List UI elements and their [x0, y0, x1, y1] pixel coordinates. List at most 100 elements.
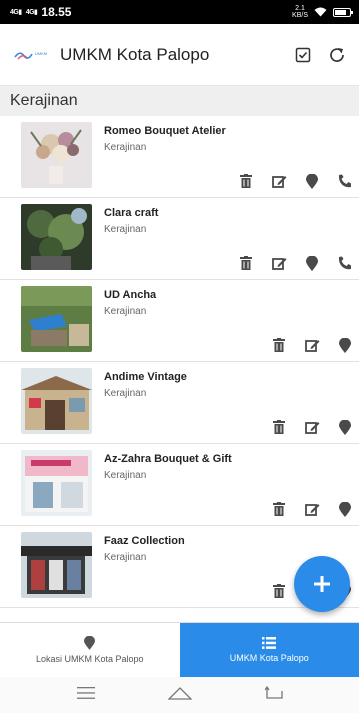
item-thumbnail	[21, 122, 92, 188]
item-thumbnail	[21, 204, 92, 270]
item-name: Clara craft	[104, 207, 159, 219]
item-thumbnail	[21, 532, 92, 598]
nav-tab-map[interactable]: Lokasi UMKM Kota Palopo	[0, 623, 180, 677]
list-item[interactable]: Andime Vintage Kerajinan	[0, 362, 359, 444]
phone-icon	[338, 256, 351, 270]
delete-button[interactable]	[238, 173, 254, 189]
list-item[interactable]: Clara craft Kerajinan	[0, 198, 359, 280]
shop-image	[21, 286, 92, 352]
edit-icon	[304, 504, 319, 516]
battery-icon	[333, 7, 353, 17]
list-item[interactable]: UD Ancha Kerajinan	[0, 280, 359, 362]
list-icon	[262, 637, 277, 649]
phone-icon	[338, 174, 351, 188]
call-button[interactable]	[337, 173, 353, 189]
trash-icon	[273, 338, 285, 352]
edit-button[interactable]	[271, 255, 287, 271]
item-category: Kerajinan	[104, 552, 147, 563]
trash-icon	[273, 584, 285, 598]
svg-text:UMKM: UMKM	[35, 51, 47, 56]
bottom-navigation: Lokasi UMKM Kota Palopo UMKM Kota Palopo	[0, 622, 359, 677]
list-item[interactable]: Romeo Bouquet Atelier Kerajinan	[0, 116, 359, 198]
edit-icon	[271, 176, 286, 188]
refresh-icon	[330, 47, 344, 62]
item-name: Andime Vintage	[104, 371, 187, 383]
edit-icon	[304, 422, 319, 434]
delete-button[interactable]	[271, 419, 287, 435]
page-title: UMKM Kota Palopo	[60, 44, 210, 64]
trash-icon	[240, 174, 252, 188]
nav-tab-label: UMKM Kota Palopo	[229, 653, 309, 663]
item-category: Kerajinan	[104, 306, 147, 317]
home-icon	[166, 686, 193, 700]
section-header: Kerajinan	[0, 86, 359, 116]
map-pin-icon	[339, 419, 351, 435]
checkbox-button[interactable]	[291, 43, 315, 67]
item-thumbnail	[21, 450, 92, 516]
map-pin-icon	[339, 501, 351, 517]
app-bar: UMKM UMKM Kota Palopo	[0, 24, 359, 86]
item-category: Kerajinan	[104, 388, 147, 399]
location-button[interactable]	[337, 337, 353, 353]
edit-button[interactable]	[304, 419, 320, 435]
edit-button[interactable]	[304, 501, 320, 517]
edit-icon	[271, 258, 286, 270]
item-category: Kerajinan	[104, 142, 147, 153]
delete-button[interactable]	[271, 337, 287, 353]
item-category: Kerajinan	[104, 224, 147, 235]
wifi-icon	[314, 7, 327, 17]
craft-image	[21, 204, 92, 270]
nav-tab-list[interactable]: UMKM Kota Palopo	[179, 623, 359, 677]
edit-button[interactable]	[304, 337, 320, 353]
map-pin-icon	[306, 255, 318, 271]
signal-icon-1: 4G▮	[10, 9, 22, 16]
map-pin-icon	[306, 173, 318, 189]
map-pin-icon	[339, 337, 351, 353]
location-button[interactable]	[337, 501, 353, 517]
collection-store-image	[21, 532, 92, 598]
call-button[interactable]	[337, 255, 353, 271]
check-square-icon	[295, 47, 311, 62]
item-thumbnail	[21, 368, 92, 434]
item-name: UD Ancha	[104, 289, 157, 301]
menu-button[interactable]	[76, 686, 95, 704]
battery-level	[335, 9, 346, 15]
delete-button[interactable]	[238, 255, 254, 271]
clock: 18.55	[41, 5, 72, 19]
gift-shop-image	[21, 450, 92, 516]
delete-button[interactable]	[271, 583, 287, 599]
back-button[interactable]	[263, 685, 283, 705]
add-umkm-button[interactable]	[294, 556, 350, 612]
system-navigation-bar	[0, 677, 359, 713]
trash-icon	[240, 256, 252, 270]
signal-icon-2: 4G▮	[25, 9, 38, 16]
item-name: Az-Zahra Bouquet & Gift	[104, 453, 232, 465]
list-item[interactable]: Az-Zahra Bouquet & Gift Kerajinan	[0, 444, 359, 526]
refresh-button[interactable]	[325, 43, 349, 67]
location-button[interactable]	[304, 173, 320, 189]
location-button[interactable]	[337, 419, 353, 435]
trash-icon	[273, 502, 285, 516]
home-button[interactable]	[166, 686, 193, 705]
umkm-list[interactable]: Romeo Bouquet Atelier Kerajinan Clara cr…	[0, 116, 359, 622]
back-icon	[263, 685, 283, 699]
item-name: Romeo Bouquet Atelier	[104, 125, 226, 137]
item-thumbnail	[21, 286, 92, 352]
location-button[interactable]	[304, 255, 320, 271]
item-name: Faaz Collection	[104, 535, 185, 547]
trash-icon	[273, 420, 285, 434]
item-category: Kerajinan	[104, 470, 147, 481]
nav-tab-label: Lokasi UMKM Kota Palopo	[35, 654, 144, 664]
map-pin-icon	[84, 636, 96, 650]
app-logo: UMKM	[14, 48, 58, 62]
bouquet-image	[21, 122, 92, 188]
delete-button[interactable]	[271, 501, 287, 517]
plus-icon	[314, 576, 330, 592]
logo-icon: UMKM	[14, 51, 47, 59]
status-bar: 4G▮ 4G▮ 18.55 2.1 KB/S	[0, 0, 359, 24]
menu-icon	[76, 687, 95, 699]
network-speed: 2.1 KB/S	[292, 5, 308, 19]
edit-icon	[304, 340, 319, 352]
edit-button[interactable]	[271, 173, 287, 189]
vintage-store-image	[21, 368, 92, 434]
